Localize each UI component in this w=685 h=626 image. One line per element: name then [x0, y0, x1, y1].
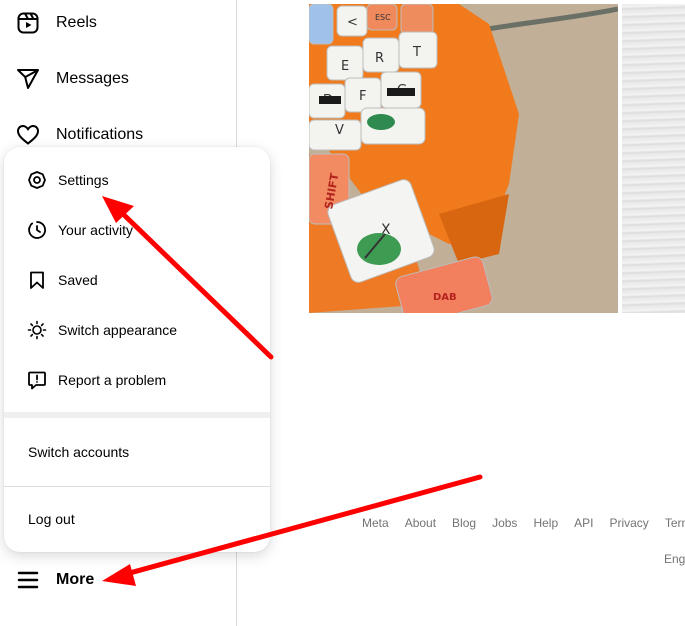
svg-text:E: E — [341, 59, 349, 74]
menu-item-saved[interactable]: Saved — [4, 255, 270, 305]
footer-link-jobs[interactable]: Jobs — [492, 516, 517, 530]
paper-plane-icon — [16, 67, 40, 91]
svg-text:R: R — [375, 51, 384, 66]
menu-divider — [4, 486, 270, 487]
switch-accounts-button[interactable]: Switch accounts — [4, 427, 270, 477]
sidebar-item-notifications[interactable]: Notifications — [16, 120, 143, 150]
sidebar-item-messages[interactable]: Messages — [16, 64, 129, 94]
menu-divider — [4, 412, 270, 418]
gear-icon — [26, 169, 48, 191]
keyboard-photo: < ESC E R T D F G V SHIFT X DAB — [309, 4, 618, 313]
sidebar-item-reels[interactable]: Reels — [16, 8, 97, 38]
menu-item-label: Switch appearance — [58, 322, 178, 338]
more-menu: Settings Your activity Saved Switch appe… — [4, 147, 270, 552]
menu-item-switch-appearance[interactable]: Switch appearance — [4, 305, 270, 355]
footer-links: Meta About Blog Jobs Help API Privacy Te… — [362, 516, 685, 530]
report-alert-icon — [26, 369, 48, 391]
sidebar-item-label: Reels — [56, 14, 97, 31]
reels-icon — [16, 11, 40, 35]
footer-link-privacy[interactable]: Privacy — [609, 516, 648, 530]
post-image-wood[interactable] — [622, 4, 685, 313]
heart-icon — [16, 123, 40, 147]
post-image-keyboard[interactable]: < ESC E R T D F G V SHIFT X DAB — [309, 4, 618, 313]
footer-link-blog[interactable]: Blog — [452, 516, 476, 530]
menu-item-label: Your activity — [58, 222, 133, 238]
svg-text:V: V — [335, 123, 344, 138]
svg-text:<: < — [347, 15, 358, 30]
footer-link-api[interactable]: API — [574, 516, 593, 530]
footer-link-terms[interactable]: Terms — [665, 516, 685, 530]
menu-item-label: Settings — [58, 172, 109, 188]
footer-link-meta[interactable]: Meta — [362, 516, 389, 530]
svg-text:T: T — [412, 45, 421, 60]
menu-item-report-a-problem[interactable]: Report a problem — [4, 355, 270, 405]
svg-text:ESC: ESC — [375, 13, 391, 22]
sidebar-item-more[interactable]: More — [16, 565, 94, 595]
menu-item-label: Report a problem — [58, 372, 167, 388]
menu-item-your-activity[interactable]: Your activity — [4, 205, 270, 255]
menu-item-label: Saved — [58, 272, 98, 288]
activity-clock-icon — [26, 219, 48, 241]
footer-link-help[interactable]: Help — [533, 516, 558, 530]
sidebar-item-label: Notifications — [56, 126, 144, 143]
bookmark-icon — [26, 269, 48, 291]
sidebar-item-label: More — [56, 571, 95, 588]
hamburger-menu-icon — [16, 568, 40, 592]
svg-text:F: F — [359, 89, 366, 104]
language-selector[interactable]: English — [664, 552, 685, 566]
sun-icon — [26, 319, 48, 341]
sidebar-item-label: Messages — [56, 70, 129, 87]
menu-item-settings[interactable]: Settings — [4, 155, 270, 205]
svg-text:DAB: DAB — [433, 292, 457, 303]
footer-link-about[interactable]: About — [405, 516, 436, 530]
log-out-button[interactable]: Log out — [4, 494, 270, 544]
